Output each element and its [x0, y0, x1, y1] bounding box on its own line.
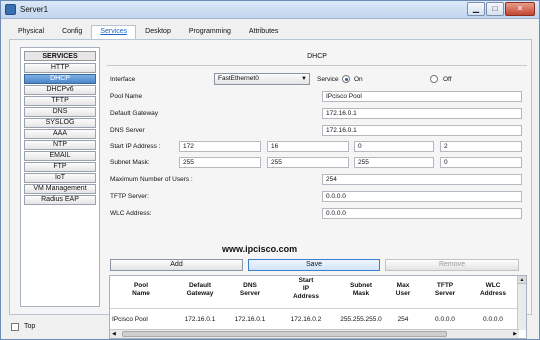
col-tftp-server: TFTP Server	[434, 282, 456, 297]
service-on-label: On	[354, 76, 363, 83]
minimize-icon[interactable]: ▁	[467, 2, 485, 16]
col-pool-name: Pool Name	[132, 282, 150, 297]
maximize-icon[interactable]: □	[486, 2, 504, 16]
table-header: Pool Name Default Gateway DNS Server Sta…	[110, 276, 518, 309]
max-users-label: Maximum Number of Users :	[110, 176, 193, 183]
service-label: Service	[317, 76, 339, 83]
services-panel: SERVICES HTTP DHCP DHCPv6 TFTP DNS SYSLO…	[9, 39, 532, 339]
tab-bar: Physical Config Services Desktop Program…	[9, 25, 287, 39]
tab-services[interactable]: Services	[91, 25, 137, 39]
subnet-octet-1[interactable]: 255	[179, 157, 261, 168]
scroll-up-icon[interactable]: ▲	[518, 276, 526, 284]
top-label: Top	[24, 323, 36, 330]
pool-name-label: Pool Name	[110, 93, 143, 100]
tab-programming[interactable]: Programming	[180, 25, 240, 39]
service-item-http[interactable]: HTTP	[24, 63, 96, 73]
service-item-syslog[interactable]: SYSLOG	[24, 118, 96, 128]
window-controls: ▁ □ ✕	[467, 2, 535, 16]
service-item-tftp[interactable]: TFTP	[24, 96, 96, 106]
tab-attributes[interactable]: Attributes	[240, 25, 288, 39]
tftp-server-field[interactable]: 0.0.0.0	[322, 191, 522, 202]
service-item-dns[interactable]: DNS	[24, 107, 96, 117]
pool-name-field[interactable]: IPcisco Pool	[322, 91, 522, 102]
top-checkbox[interactable]	[11, 323, 19, 331]
service-item-dhcp[interactable]: DHCP	[24, 74, 96, 84]
close-icon[interactable]: ✕	[505, 2, 535, 16]
start-ip-octet-3[interactable]: 0	[354, 141, 434, 152]
title-bar: Server1 ▁ □ ✕	[1, 1, 539, 19]
divider	[107, 65, 527, 66]
wlc-address-label: WLC Address:	[110, 210, 152, 217]
col-max-user: Max User	[395, 282, 411, 297]
service-on-radio[interactable]	[342, 75, 350, 83]
subnet-octet-3[interactable]: 255	[354, 157, 434, 168]
start-ip-octet-2[interactable]: 16	[267, 141, 349, 152]
service-item-vm-management[interactable]: VM Management	[24, 184, 96, 194]
wlc-address-field[interactable]: 0.0.0.0	[322, 208, 522, 219]
service-off-label: Off	[443, 76, 452, 83]
window-title: Server1	[20, 5, 49, 14]
default-gateway-label: Default Gateway	[110, 110, 159, 117]
subnet-mask-label: Subnet Mask:	[110, 159, 150, 166]
service-item-email[interactable]: EMAIL	[24, 151, 96, 161]
app-icon	[5, 4, 16, 15]
dhcp-title: DHCP	[307, 53, 327, 60]
start-ip-octet-1[interactable]: 172	[179, 141, 261, 152]
dns-server-field[interactable]: 172.16.0.1	[322, 125, 522, 136]
tftp-server-label: TFTP Server:	[110, 193, 149, 200]
start-ip-octet-4[interactable]: 2	[440, 141, 522, 152]
dhcp-config: DHCP Interface FastEthernet0 ▼ Service O…	[107, 47, 527, 339]
tab-desktop[interactable]: Desktop	[136, 25, 180, 39]
save-button[interactable]: Save	[248, 259, 380, 271]
add-button[interactable]: Add	[110, 259, 243, 271]
bottom-bar: Top	[1, 315, 539, 339]
services-header: SERVICES	[24, 51, 96, 61]
col-start-ip: Start IP Address	[292, 277, 319, 300]
watermark: www.ipcisco.com	[222, 244, 298, 254]
service-off-radio[interactable]	[430, 75, 438, 83]
tab-config[interactable]: Config	[53, 25, 91, 39]
col-wlc-address: WLC Address	[479, 282, 506, 297]
service-item-iot[interactable]: IoT	[24, 173, 96, 183]
services-list: SERVICES HTTP DHCP DHCPv6 TFTP DNS SYSLO…	[20, 47, 100, 307]
subnet-octet-4[interactable]: 0	[440, 157, 522, 168]
tab-physical[interactable]: Physical	[9, 25, 53, 39]
chevron-down-icon: ▼	[301, 76, 307, 82]
service-item-aaa[interactable]: AAA	[24, 129, 96, 139]
col-default-gateway: Default Gateway	[186, 282, 214, 297]
service-item-ntp[interactable]: NTP	[24, 140, 96, 150]
start-ip-label: Start IP Address :	[110, 143, 161, 150]
max-users-field[interactable]: 254	[322, 174, 522, 185]
default-gateway-field[interactable]: 172.16.0.1	[322, 108, 522, 119]
subnet-octet-2[interactable]: 255	[267, 157, 349, 168]
service-item-radius-eap[interactable]: Radius EAP	[24, 195, 96, 205]
service-item-dhcpv6[interactable]: DHCPv6	[24, 85, 96, 95]
interface-select[interactable]: FastEthernet0 ▼	[214, 73, 310, 85]
service-item-ftp[interactable]: FTP	[24, 162, 96, 172]
dns-server-label: DNS Server	[110, 127, 145, 134]
remove-button[interactable]: Remove	[385, 259, 519, 271]
col-dns-server: DNS Server	[239, 282, 261, 297]
server-window: Server1 ▁ □ ✕ Physical Config Services D…	[0, 0, 540, 340]
interface-select-value: FastEthernet0	[218, 75, 259, 82]
col-subnet-mask: Subnet Mask	[349, 282, 373, 297]
interface-label: Interface	[110, 76, 136, 83]
